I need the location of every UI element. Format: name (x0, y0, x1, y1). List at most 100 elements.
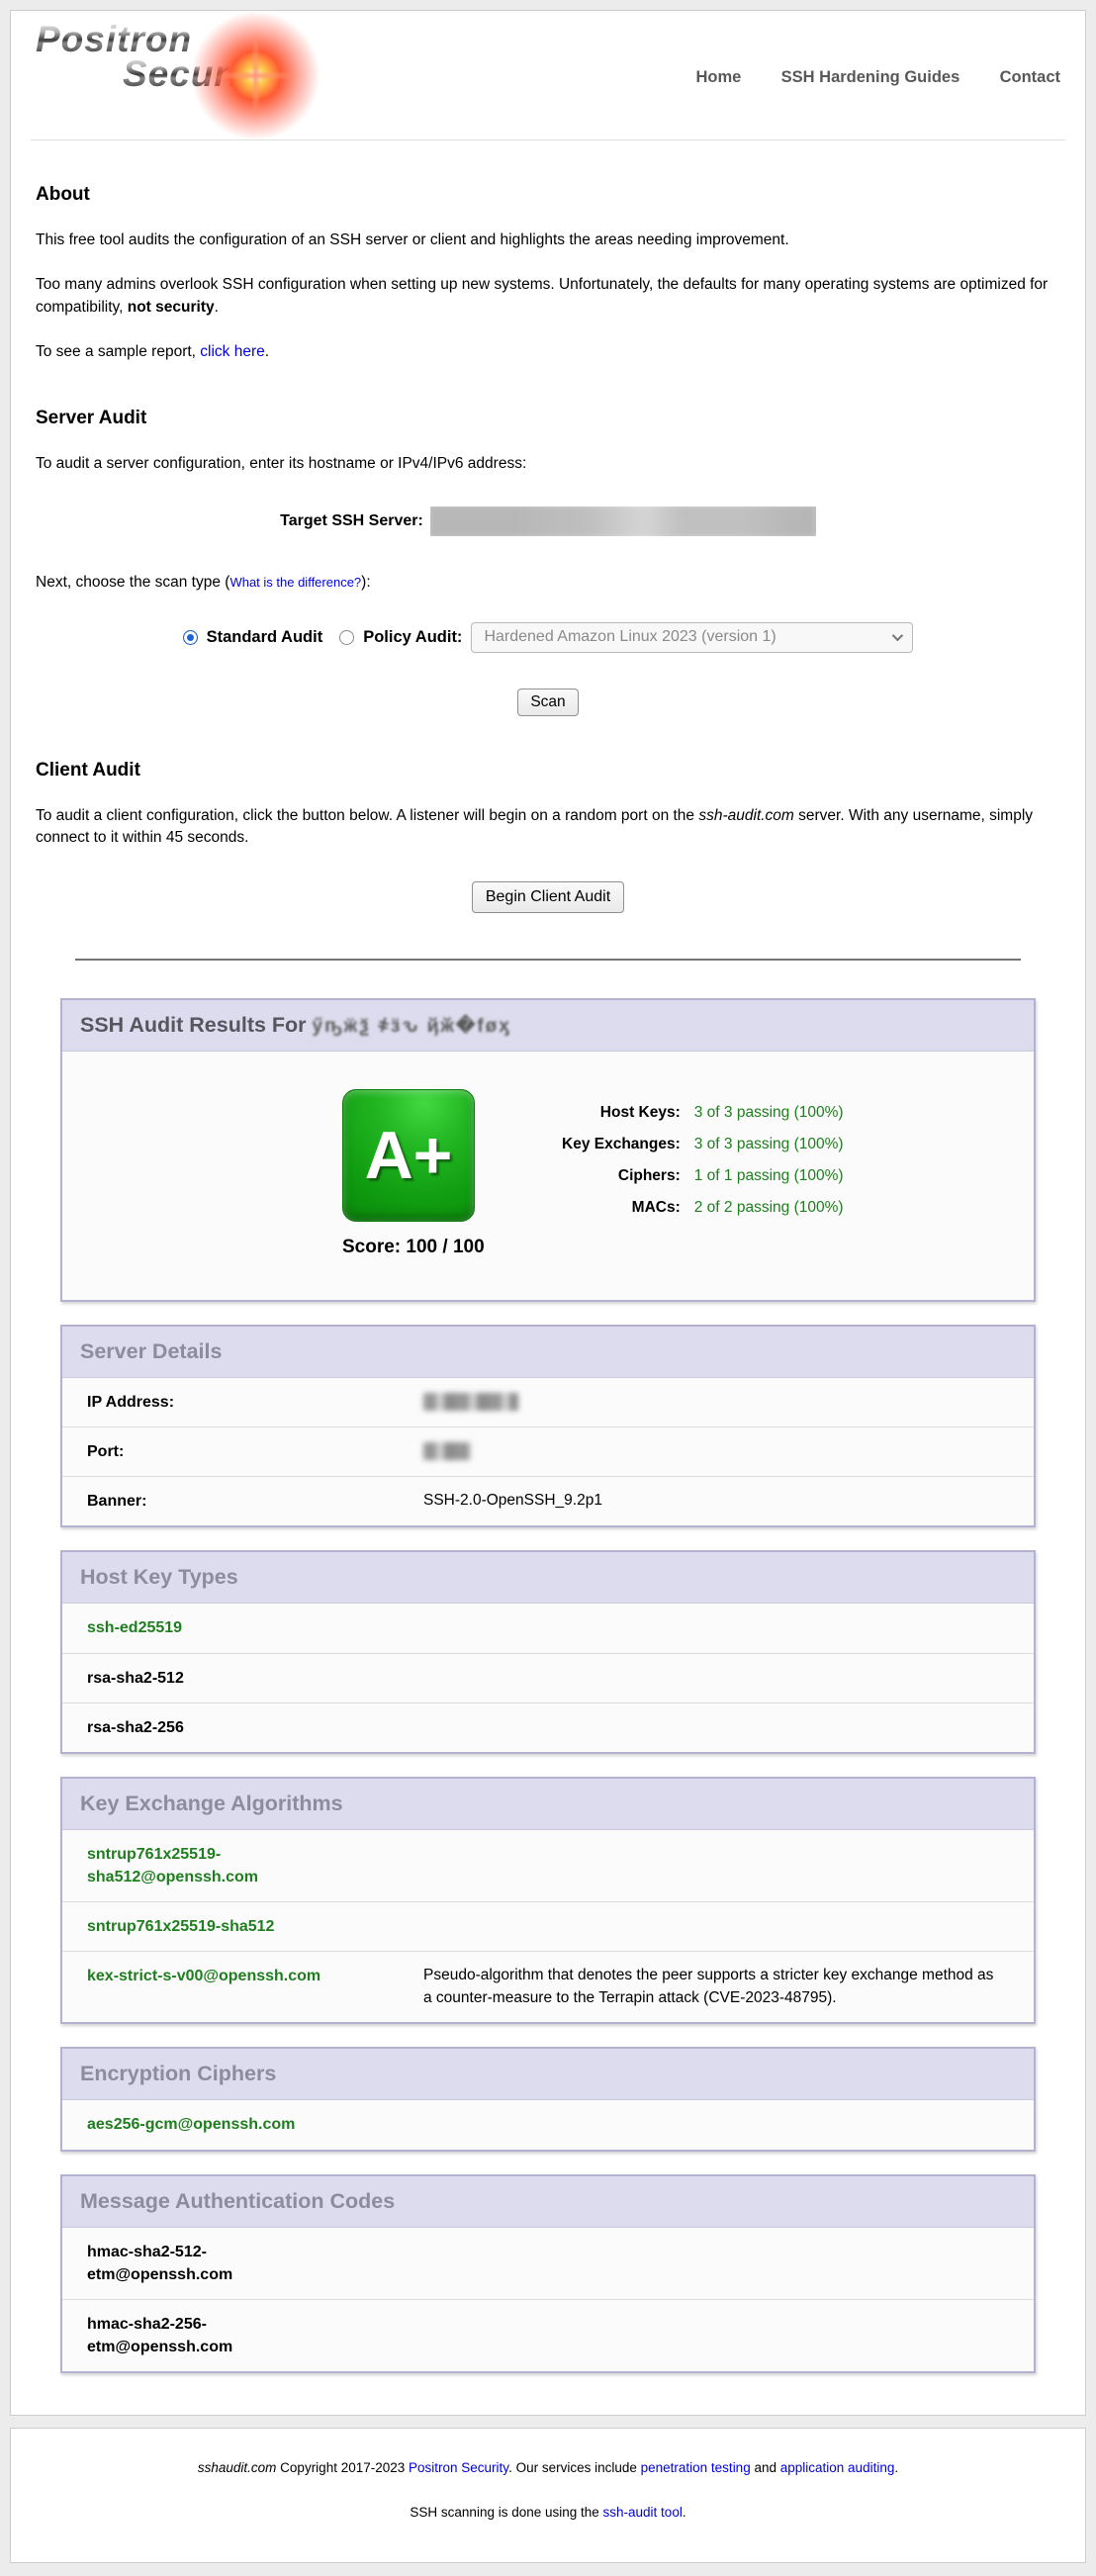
redaction-smear (430, 506, 816, 536)
host-key-row: ssh-ed25519 (62, 1604, 1034, 1653)
sample-report-link[interactable]: click here (200, 343, 264, 360)
scan-type-line: Next, choose the scan type (What is the … (36, 572, 1060, 594)
footer-ssh-audit-tool-link[interactable]: ssh-audit tool (603, 2505, 683, 2520)
standard-audit-radio[interactable] (183, 630, 198, 645)
stats-grid: Host Keys: 3 of 3 passing (100%) Key Exc… (562, 1104, 844, 1258)
cipher-row: aes256-gcm@openssh.com (62, 2100, 1034, 2149)
standard-audit-label: Standard Audit (207, 628, 323, 647)
results-title: SSH Audit Results For (80, 1013, 307, 1037)
score-label: Score: 100 / 100 (342, 1237, 475, 1258)
about-paragraph-2: Too many admins overlook SSH configurati… (36, 274, 1060, 319)
mac-row: hmac-sha2-256-etm@openssh.com (62, 2300, 1034, 2371)
host-key-row: rsa-sha2-256 (62, 1703, 1034, 1752)
host-key-name: rsa-sha2-512 (87, 1667, 344, 1690)
footer-text-b: . Our services include (508, 2460, 641, 2475)
target-server-row: Target SSH Server: (36, 506, 1060, 536)
footer-text-e: . (683, 2505, 686, 2520)
policy-select[interactable]: Hardened Amazon Linux 2023 (version 1) (471, 622, 913, 653)
client-audit-text-a: To audit a client configuration, click t… (36, 807, 698, 824)
positron-security-logo[interactable]: Positron Security (36, 21, 392, 130)
kex-name: sntrup761x25519-sha512@openssh.com (87, 1843, 344, 1888)
host-key-name: rsa-sha2-256 (87, 1716, 344, 1739)
policy-audit-label: Policy Audit: (363, 628, 462, 647)
main-nav: Home SSH Hardening Guides Contact (660, 64, 1060, 87)
scan-type-options: Standard Audit Policy Audit: Hardened Am… (36, 622, 1060, 653)
redacted-hostname: ӳҧӝѯ ҂ӟԅ ҋӂ�føӽ (313, 1016, 511, 1037)
about-p1-text: This free tool audits the configuration … (36, 231, 789, 248)
scan-button[interactable]: Scan (517, 689, 578, 716)
host-key-name: ssh-ed25519 (87, 1616, 344, 1639)
kex-row: sntrup761x25519-sha512@openssh.com (62, 1830, 1034, 1902)
stat-label-ciphers: Ciphers: (562, 1167, 681, 1185)
policy-audit-radio[interactable] (339, 630, 354, 645)
detail-value-ip (423, 1391, 1014, 1414)
footer-penetration-testing-link[interactable]: penetration testing (641, 2460, 751, 2475)
footer-line-2: SSH scanning is done using the ssh-audit… (21, 2503, 1075, 2523)
stat-value-ciphers: 1 of 1 passing (100%) (694, 1167, 844, 1185)
nav-ssh-hardening-guides[interactable]: SSH Hardening Guides (781, 68, 960, 86)
kex-row: kex-strict-s-v00@openssh.com Pseudo-algo… (62, 1952, 1034, 2022)
detail-row-banner: Banner: SSH-2.0-OpenSSH_9.2p1 (62, 1477, 1034, 1525)
footer-scanning-text: SSH scanning is done using the (410, 2505, 602, 2520)
footer-text-c: and (751, 2460, 780, 2475)
server-details-panel: Server Details IP Address: Port: Banner:… (60, 1325, 1036, 1528)
scan-type-text-a: Next, choose the scan type ( (36, 574, 229, 591)
detail-label-banner: Banner: (87, 1490, 344, 1513)
site-header: Positron Security Home SSH Hardening Gui… (31, 11, 1065, 140)
macs-panel: Message Authentication Codes hmac-sha2-5… (60, 2174, 1036, 2374)
target-ssh-server-label: Target SSH Server: (280, 512, 423, 530)
stat-label-macs: MACs: (562, 1199, 681, 1217)
server-audit-intro: To audit a server configuration, enter i… (36, 453, 1060, 475)
kex-note (423, 1915, 1014, 1938)
stat-value-key-exchanges: 3 of 3 passing (100%) (694, 1136, 844, 1153)
host-key-row: rsa-sha2-512 (62, 1654, 1034, 1703)
client-audit-heading: Client Audit (36, 760, 1060, 782)
macs-header: Message Authentication Codes (62, 2176, 1034, 2228)
scan-type-text-b: ): (361, 574, 370, 591)
footer-application-auditing-link[interactable]: application auditing (780, 2460, 895, 2475)
stat-label-key-exchanges: Key Exchanges: (562, 1136, 681, 1153)
client-audit-button-row: Begin Client Audit (36, 881, 1060, 913)
nav-home[interactable]: Home (695, 68, 741, 86)
stat-value-host-keys: 3 of 3 passing (100%) (694, 1104, 844, 1122)
about-heading: About (36, 184, 1060, 206)
policy-select-value: Hardened Amazon Linux 2023 (version 1) (484, 628, 884, 646)
scan-button-row: Scan (36, 689, 1060, 716)
cipher-name: aes256-gcm@openssh.com (87, 2113, 344, 2136)
about-p3-text: To see a sample report, (36, 343, 200, 360)
nav-contact[interactable]: Contact (1000, 68, 1060, 86)
grade-letter: A+ (365, 1117, 453, 1194)
grade-badge: A+ (342, 1089, 475, 1222)
about-paragraph-1: This free tool audits the configuration … (36, 230, 1060, 251)
about-p3-period: . (265, 343, 269, 360)
footer-positron-security-link[interactable]: Positron Security (409, 2460, 508, 2475)
section-divider (75, 959, 1021, 961)
stat-label-host-keys: Host Keys: (562, 1104, 681, 1122)
kex-name: kex-strict-s-v00@openssh.com (87, 1965, 344, 2009)
redacted-ip-value (423, 1393, 518, 1411)
key-exchange-panel: Key Exchange Algorithms sntrup761x25519-… (60, 1777, 1036, 2025)
detail-label-port: Port: (87, 1440, 344, 1463)
detail-label-ip: IP Address: (87, 1391, 344, 1414)
client-audit-domain: ssh-audit.com (698, 807, 793, 824)
results-panel-header: SSH Audit Results For ӳҧӝѯ ҂ӟԅ ҋӂ�føӽ (62, 1000, 1034, 1052)
results-body: A+ Score: 100 / 100 Host Keys: 3 of 3 pa… (62, 1052, 1034, 1300)
main-content: Positron Security Home SSH Hardening Gui… (10, 10, 1086, 2416)
detail-value-banner: SSH-2.0-OpenSSH_9.2p1 (423, 1490, 1014, 1513)
mac-name: hmac-sha2-256-etm@openssh.com (87, 2313, 344, 2358)
host-key-types-panel: Host Key Types ssh-ed25519 rsa-sha2-512 … (60, 1550, 1036, 1754)
results-panel: SSH Audit Results For ӳҧӝѯ ҂ӟԅ ҋӂ�føӽ A+… (60, 998, 1036, 1302)
kex-note (423, 1843, 1014, 1888)
begin-client-audit-button[interactable]: Begin Client Audit (472, 881, 624, 913)
host-key-types-header: Host Key Types (62, 1552, 1034, 1604)
about-p2-bold: not security (128, 299, 215, 316)
scan-type-difference-link[interactable]: What is the difference? (229, 575, 361, 590)
key-exchange-header: Key Exchange Algorithms (62, 1779, 1034, 1830)
stat-value-macs: 2 of 2 passing (100%) (694, 1199, 844, 1217)
server-details-header: Server Details (62, 1327, 1034, 1378)
kex-note: Pseudo-algorithm that denotes the peer s… (423, 1965, 1014, 2009)
footer-domain: sshaudit.com (198, 2460, 277, 2475)
encryption-ciphers-header: Encryption Ciphers (62, 2049, 1034, 2100)
target-ssh-server-input[interactable] (430, 506, 816, 536)
footer-text-d: . (894, 2460, 898, 2475)
